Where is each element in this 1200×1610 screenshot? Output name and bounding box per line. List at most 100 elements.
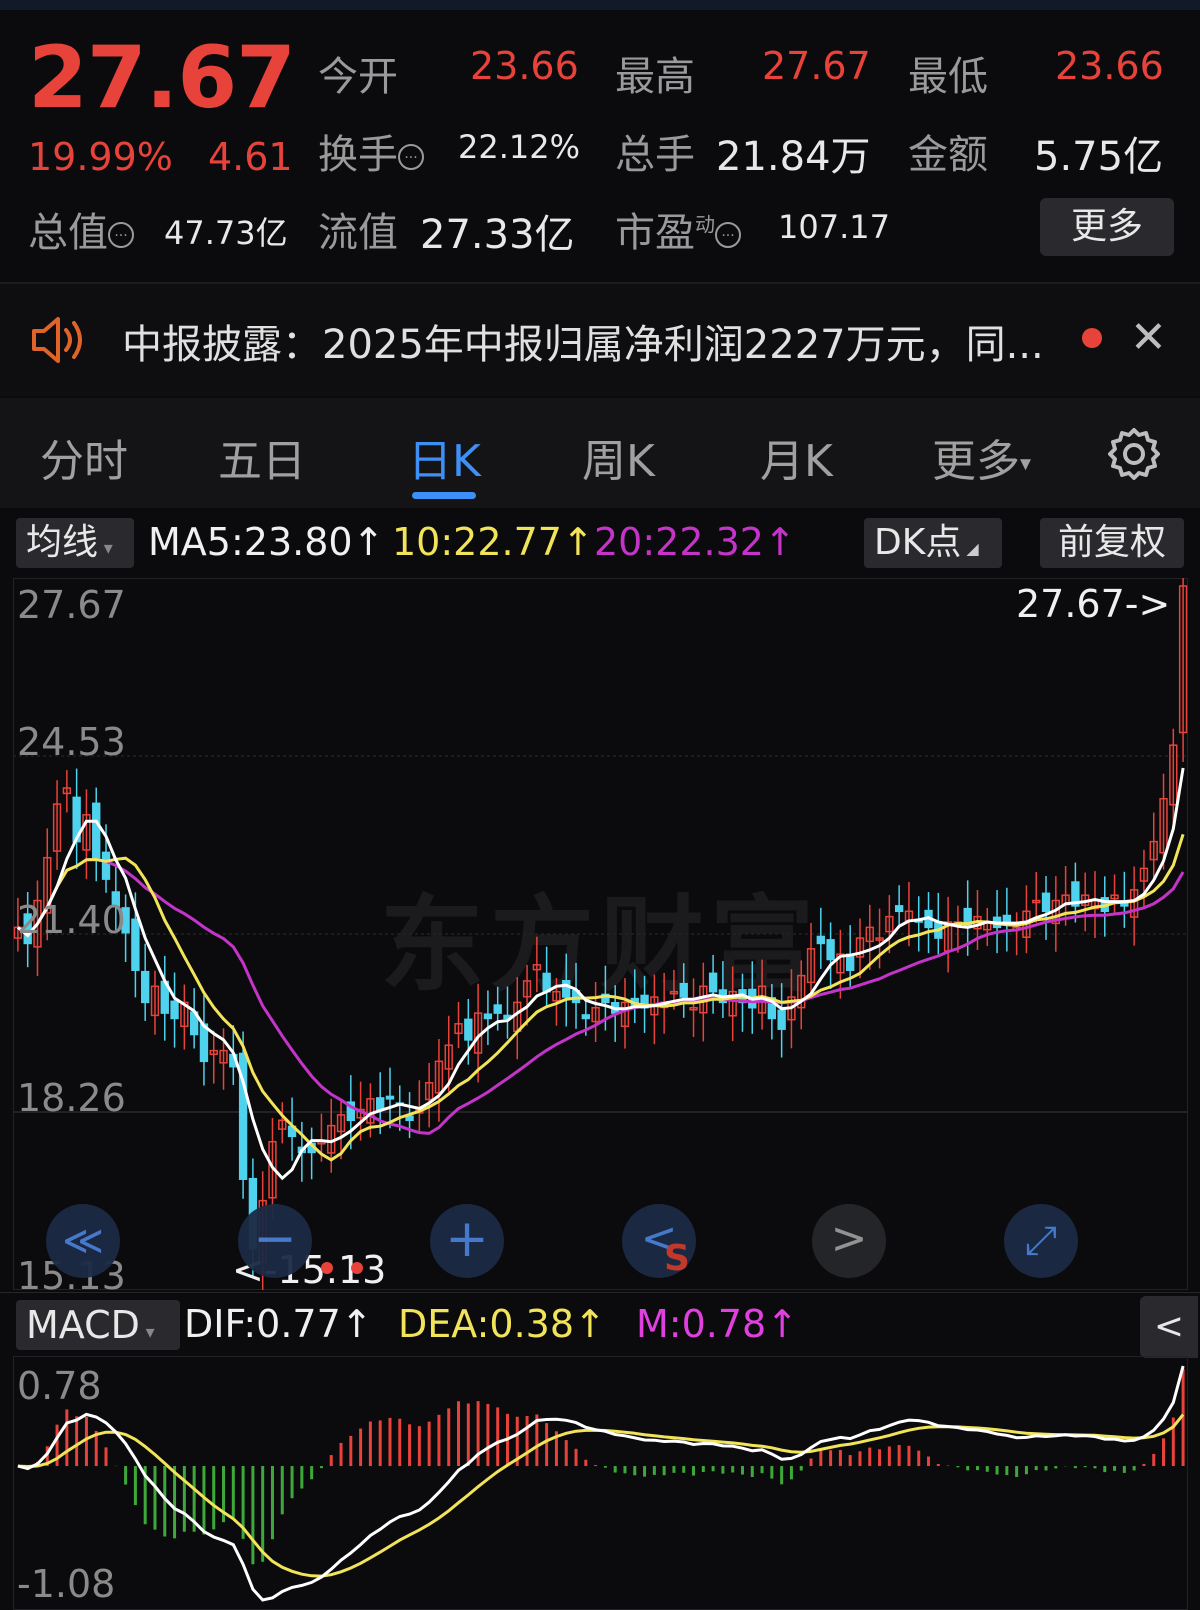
speaker-icon — [32, 317, 82, 363]
pe-label[interactable]: 市盈动 ··· — [615, 200, 741, 258]
candle-body — [385, 1095, 395, 1100]
high-label: 最高 — [615, 54, 695, 100]
candle-body — [464, 1018, 473, 1041]
more-quote-button[interactable]: 更多 — [1040, 198, 1174, 256]
dif-value: DIF:0.77↑ — [184, 1302, 373, 1346]
ma5-value: MA5:23.80↑ — [148, 520, 385, 564]
candle-body — [141, 970, 150, 1004]
volume-value: 21.84万 — [716, 134, 871, 180]
tab-daily-k[interactable]: 日K — [408, 425, 481, 489]
notice-text[interactable]: 中报披露：2025年中报归属净利润2227万元，同... — [122, 312, 1067, 370]
candle-body — [1002, 914, 1012, 923]
rewind-button[interactable]: ≪ — [46, 1204, 120, 1278]
candle-body — [170, 1000, 179, 1020]
dk-selector-label: DK点 — [874, 522, 962, 563]
turnover-label[interactable]: 换手 ··· — [318, 122, 424, 180]
pe-label-text: 市盈 — [615, 210, 695, 256]
macd-chart[interactable] — [13, 1356, 1188, 1610]
float-label: 流值 — [318, 210, 398, 256]
caret-down-icon: ▾ — [1020, 451, 1032, 477]
price-label-24: 24.53 — [17, 720, 126, 764]
active-tab-indicator — [412, 492, 476, 499]
tab-weekly-k[interactable]: 周K — [582, 425, 655, 489]
macd-selector-label: MACD — [26, 1303, 140, 1347]
ma-selector[interactable]: 均线 ▾ — [16, 518, 134, 568]
turnover-label-text: 换手 — [318, 132, 398, 178]
macd-label-bottom: -1.08 — [17, 1562, 116, 1606]
candle-body — [376, 1097, 385, 1111]
last-price: 27.67 — [28, 28, 296, 128]
ma10-value: 10:22.77↑ — [392, 520, 594, 564]
macd-label-top: 0.78 — [17, 1364, 102, 1408]
tab-monthly-k[interactable]: 月K — [760, 425, 833, 489]
price-label-18: 18.26 — [17, 1076, 126, 1120]
mktcap-value: 47.73亿 — [164, 214, 288, 252]
collapse-panel-button[interactable]: < — [1140, 1296, 1198, 1358]
candle-body — [562, 980, 571, 998]
macd-m-value: M:0.78↑ — [636, 1302, 799, 1346]
plus-icon: + — [445, 1209, 489, 1269]
fullscreen-button[interactable]: ⤢ — [1004, 1204, 1078, 1278]
change-percent: 19.99% — [28, 135, 173, 179]
macd-selector[interactable]: MACD ▾ — [16, 1300, 180, 1350]
low-value: 23.66 — [1055, 44, 1164, 88]
chevron-right-icon: > — [830, 1213, 868, 1264]
open-label: 今开 — [318, 54, 398, 100]
sell-signal-mark: S — [664, 1238, 690, 1279]
zoom-out-button[interactable]: − — [238, 1204, 312, 1278]
tab-intraday[interactable]: 分时 — [40, 425, 128, 489]
info-icon[interactable]: ··· — [398, 144, 424, 170]
adjust-selector[interactable]: 前复权 — [1040, 518, 1184, 568]
candle-body — [101, 851, 111, 880]
candle-body — [1041, 892, 1051, 913]
change-amount: 4.61 — [208, 135, 293, 179]
candle-body — [708, 972, 718, 993]
dk-selector[interactable]: DK点 ◢ — [864, 518, 1002, 568]
next-button[interactable]: > — [812, 1204, 886, 1278]
tab-more[interactable]: 更多▾ — [932, 425, 1031, 489]
signal-dot — [351, 1262, 363, 1274]
caret-down-icon: ▾ — [98, 538, 113, 559]
minus-icon: − — [253, 1209, 297, 1269]
ma10-line — [16, 833, 1185, 1162]
candle-body — [483, 1013, 493, 1020]
candle-body — [826, 939, 835, 961]
candle-body — [777, 1009, 786, 1030]
float-value: 27.33亿 — [420, 212, 575, 258]
ma20-value: 20:22.32↑ — [594, 520, 796, 564]
ma-selector-label: 均线 — [26, 522, 99, 563]
close-icon[interactable]: ✕ — [1130, 312, 1167, 363]
info-icon[interactable]: ··· — [715, 222, 741, 248]
double-chevron-left-icon: ≪ — [62, 1218, 104, 1264]
zoom-in-button[interactable]: + — [430, 1204, 504, 1278]
caret-down-icon: ▾ — [139, 1322, 155, 1343]
macd-histogram — [26, 1368, 1185, 1565]
volume-label: 总手 — [615, 132, 695, 178]
tab-more-label: 更多 — [932, 436, 1020, 487]
mktcap-label[interactable]: 总值 ··· — [28, 200, 134, 258]
candle-body — [679, 982, 688, 998]
candle-body — [816, 935, 825, 945]
divider — [0, 1292, 1200, 1293]
candle-body — [131, 918, 140, 971]
expand-icon: ⤢ — [1025, 1218, 1057, 1264]
unread-dot — [1082, 328, 1102, 348]
info-icon[interactable]: ··· — [108, 222, 134, 248]
amount-label: 金额 — [908, 132, 988, 178]
low-label: 最低 — [908, 54, 988, 100]
price-label-top: 27.67 — [17, 583, 126, 627]
tab-five-day[interactable]: 五日 — [218, 425, 306, 489]
signal-dot — [321, 1262, 333, 1274]
corner-caret-icon: ◢ — [961, 539, 979, 558]
max-price-marker: 27.67-> — [1016, 582, 1171, 626]
open-value: 23.66 — [470, 44, 579, 88]
candle-body — [405, 1115, 414, 1122]
status-strip — [0, 0, 1200, 10]
candle-body — [894, 905, 904, 913]
amount-value: 5.75亿 — [1034, 134, 1164, 180]
turnover-value: 22.12% — [458, 128, 581, 166]
gear-icon[interactable] — [1106, 426, 1162, 482]
price-label-21: 21.40 — [17, 898, 126, 942]
high-value: 27.67 — [762, 44, 871, 88]
kline-chart[interactable] — [13, 578, 1188, 1290]
